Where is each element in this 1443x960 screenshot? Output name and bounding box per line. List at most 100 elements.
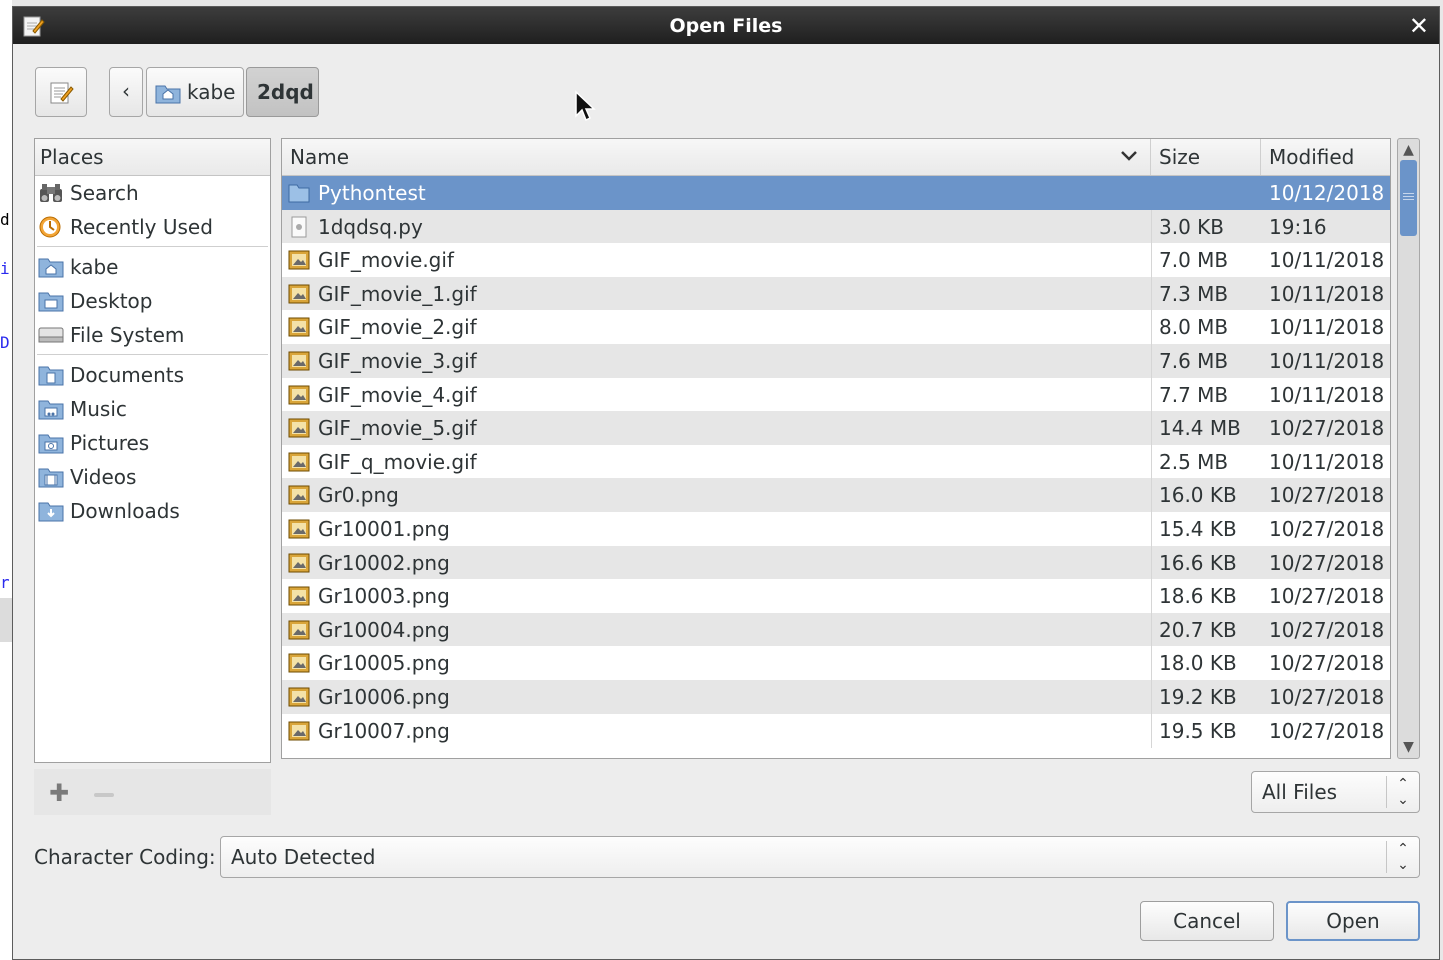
background-gutter <box>0 598 12 642</box>
file-row[interactable]: Gr10004.png 20.7 KB 10/27/2018 <box>282 612 1390 647</box>
type-location-button[interactable] <box>35 67 87 117</box>
file-row[interactable]: GIF_movie_1.gif 7.3 MB 10/11/2018 <box>282 276 1390 311</box>
place-documents[interactable]: Documents <box>35 358 270 392</box>
column-label: Size <box>1159 145 1201 169</box>
place-desktop[interactable]: Desktop <box>35 284 270 318</box>
column-name[interactable]: Name <box>282 139 1150 175</box>
title-bar[interactable]: Open Files ✕ <box>13 7 1439 44</box>
place-kabe[interactable]: kabe <box>35 250 270 284</box>
column-modified[interactable]: Modified <box>1260 139 1390 175</box>
scroll-down-icon[interactable]: ▼ <box>1399 738 1418 756</box>
filter-value: All Files <box>1262 780 1338 804</box>
file-size: 19.5 KB <box>1159 718 1237 743</box>
place-label: Music <box>70 397 127 421</box>
file-modified: 10/27/2018 <box>1269 416 1385 441</box>
column-size[interactable]: Size <box>1150 139 1260 175</box>
script-file-icon <box>291 216 307 238</box>
scroll-up-icon[interactable]: ▲ <box>1399 141 1418 159</box>
place-label: Downloads <box>70 499 180 523</box>
place-search[interactable]: Search <box>35 176 270 210</box>
file-modified: 10/11/2018 <box>1269 382 1385 407</box>
breadcrumb-kabe[interactable]: kabe <box>146 67 244 117</box>
image-file-icon <box>288 620 310 640</box>
file-row[interactable]: 1dqdsq.py 3.0 KB 19:16 <box>282 209 1390 244</box>
file-row[interactable]: GIF_q_movie.gif 2.5 MB 10/11/2018 <box>282 444 1390 479</box>
file-size: 15.4 KB <box>1159 517 1237 541</box>
place-pictures[interactable]: Pictures <box>35 426 270 460</box>
file-row[interactable]: Gr10002.png 16.6 KB 10/27/2018 <box>282 545 1390 580</box>
file-modified: 10/27/2018 <box>1269 517 1385 541</box>
file-row[interactable]: GIF_movie_5.gif 14.4 MB 10/27/2018 <box>282 411 1390 446</box>
file-row[interactable]: GIF_movie_4.gif 7.7 MB 10/11/2018 <box>282 377 1390 412</box>
videos-folder-icon <box>38 468 64 488</box>
place-videos[interactable]: Videos <box>35 460 270 494</box>
file-size: 19.2 KB <box>1159 685 1237 709</box>
place-file-system[interactable]: File System <box>35 318 270 352</box>
place-music[interactable]: Music <box>35 392 270 426</box>
file-name: 1dqdsq.py <box>318 214 423 239</box>
file-row[interactable]: GIF_movie_3.gif 7.6 MB 10/11/2018 <box>282 344 1390 378</box>
background-char: r <box>0 573 10 592</box>
column-divider <box>1151 243 1152 278</box>
cancel-button[interactable]: Cancel <box>1140 901 1274 941</box>
file-row[interactable]: Gr10006.png 19.2 KB 10/27/2018 <box>282 680 1390 714</box>
column-divider <box>1151 478 1152 513</box>
file-name: GIF_movie_2.gif <box>318 315 477 340</box>
file-name: Gr10002.png <box>318 550 450 575</box>
path-back-button[interactable]: ‹ <box>109 67 143 117</box>
image-file-icon <box>288 284 310 304</box>
image-file-icon <box>288 721 310 741</box>
column-divider <box>1151 646 1152 681</box>
place-label: File System <box>70 323 185 347</box>
file-name: Gr10007.png <box>318 718 450 743</box>
background-window: d i D r <box>0 0 12 960</box>
place-downloads[interactable]: Downloads <box>35 494 270 528</box>
file-modified: 10/11/2018 <box>1269 449 1385 474</box>
column-divider <box>1151 377 1152 412</box>
character-coding-select[interactable]: Auto Detected ⌃ ⌄ <box>220 836 1420 878</box>
file-list-header: Name Size Modified <box>282 139 1390 176</box>
file-modified: 10/27/2018 <box>1269 685 1385 709</box>
file-modified: 10/27/2018 <box>1269 617 1385 642</box>
binoculars-icon <box>40 184 62 202</box>
file-name: GIF_movie.gif <box>318 248 454 273</box>
pictures-folder-icon <box>38 434 64 454</box>
breadcrumb-2dqd[interactable]: 2dqd <box>246 67 319 117</box>
file-row[interactable]: Gr0.png 16.0 KB 10/27/2018 <box>282 478 1390 513</box>
file-row[interactable]: Gr10005.png 18.0 KB 10/27/2018 <box>282 646 1390 681</box>
scrollbar-thumb[interactable] <box>1400 160 1417 236</box>
background-char: i <box>0 259 10 278</box>
close-icon[interactable]: ✕ <box>1409 12 1429 40</box>
file-size: 20.7 KB <box>1159 617 1237 642</box>
breadcrumb-label: kabe <box>187 80 236 104</box>
file-size: 18.0 KB <box>1159 651 1237 676</box>
image-file-icon <box>288 351 310 371</box>
mouse-pointer-icon <box>575 90 596 122</box>
file-row[interactable]: Pythontest 10/12/2018 <box>282 176 1390 210</box>
file-size: 18.6 KB <box>1159 584 1237 609</box>
file-row[interactable]: Gr10003.png 18.6 KB 10/27/2018 <box>282 579 1390 614</box>
image-file-icon <box>288 485 310 505</box>
background-char: d <box>0 210 10 229</box>
column-divider <box>1151 310 1152 345</box>
file-type-filter[interactable]: All Files ⌃ ⌄ <box>1251 771 1420 813</box>
open-button[interactable]: Open <box>1286 901 1420 941</box>
file-name: GIF_movie_4.gif <box>318 382 477 407</box>
file-row[interactable]: Gr10001.png 15.4 KB 10/27/2018 <box>282 512 1390 546</box>
file-row[interactable]: GIF_movie_2.gif 8.0 MB 10/11/2018 <box>282 310 1390 345</box>
file-list-scrollbar[interactable]: ▲ ▼ <box>1397 138 1420 759</box>
add-bookmark-icon[interactable]: ✚ <box>49 779 69 807</box>
remove-bookmark-icon[interactable] <box>94 793 114 797</box>
file-modified: 10/27/2018 <box>1269 483 1385 508</box>
image-file-icon <box>288 317 310 337</box>
open-files-dialog: Open Files ✕ ‹ kabe 2dqd Places Search R… <box>12 6 1440 960</box>
file-size: 7.0 MB <box>1159 248 1229 273</box>
file-row[interactable]: GIF_movie.gif 7.0 MB 10/11/2018 <box>282 243 1390 278</box>
clock-icon <box>39 216 61 238</box>
folder-icon <box>288 184 310 203</box>
edit-location-icon <box>50 82 74 104</box>
place-label: Desktop <box>70 289 153 313</box>
file-name: Gr10006.png <box>318 685 450 709</box>
place-recently-used[interactable]: Recently Used <box>35 210 270 244</box>
file-row[interactable]: Gr10007.png 19.5 KB 10/27/2018 <box>282 713 1390 748</box>
